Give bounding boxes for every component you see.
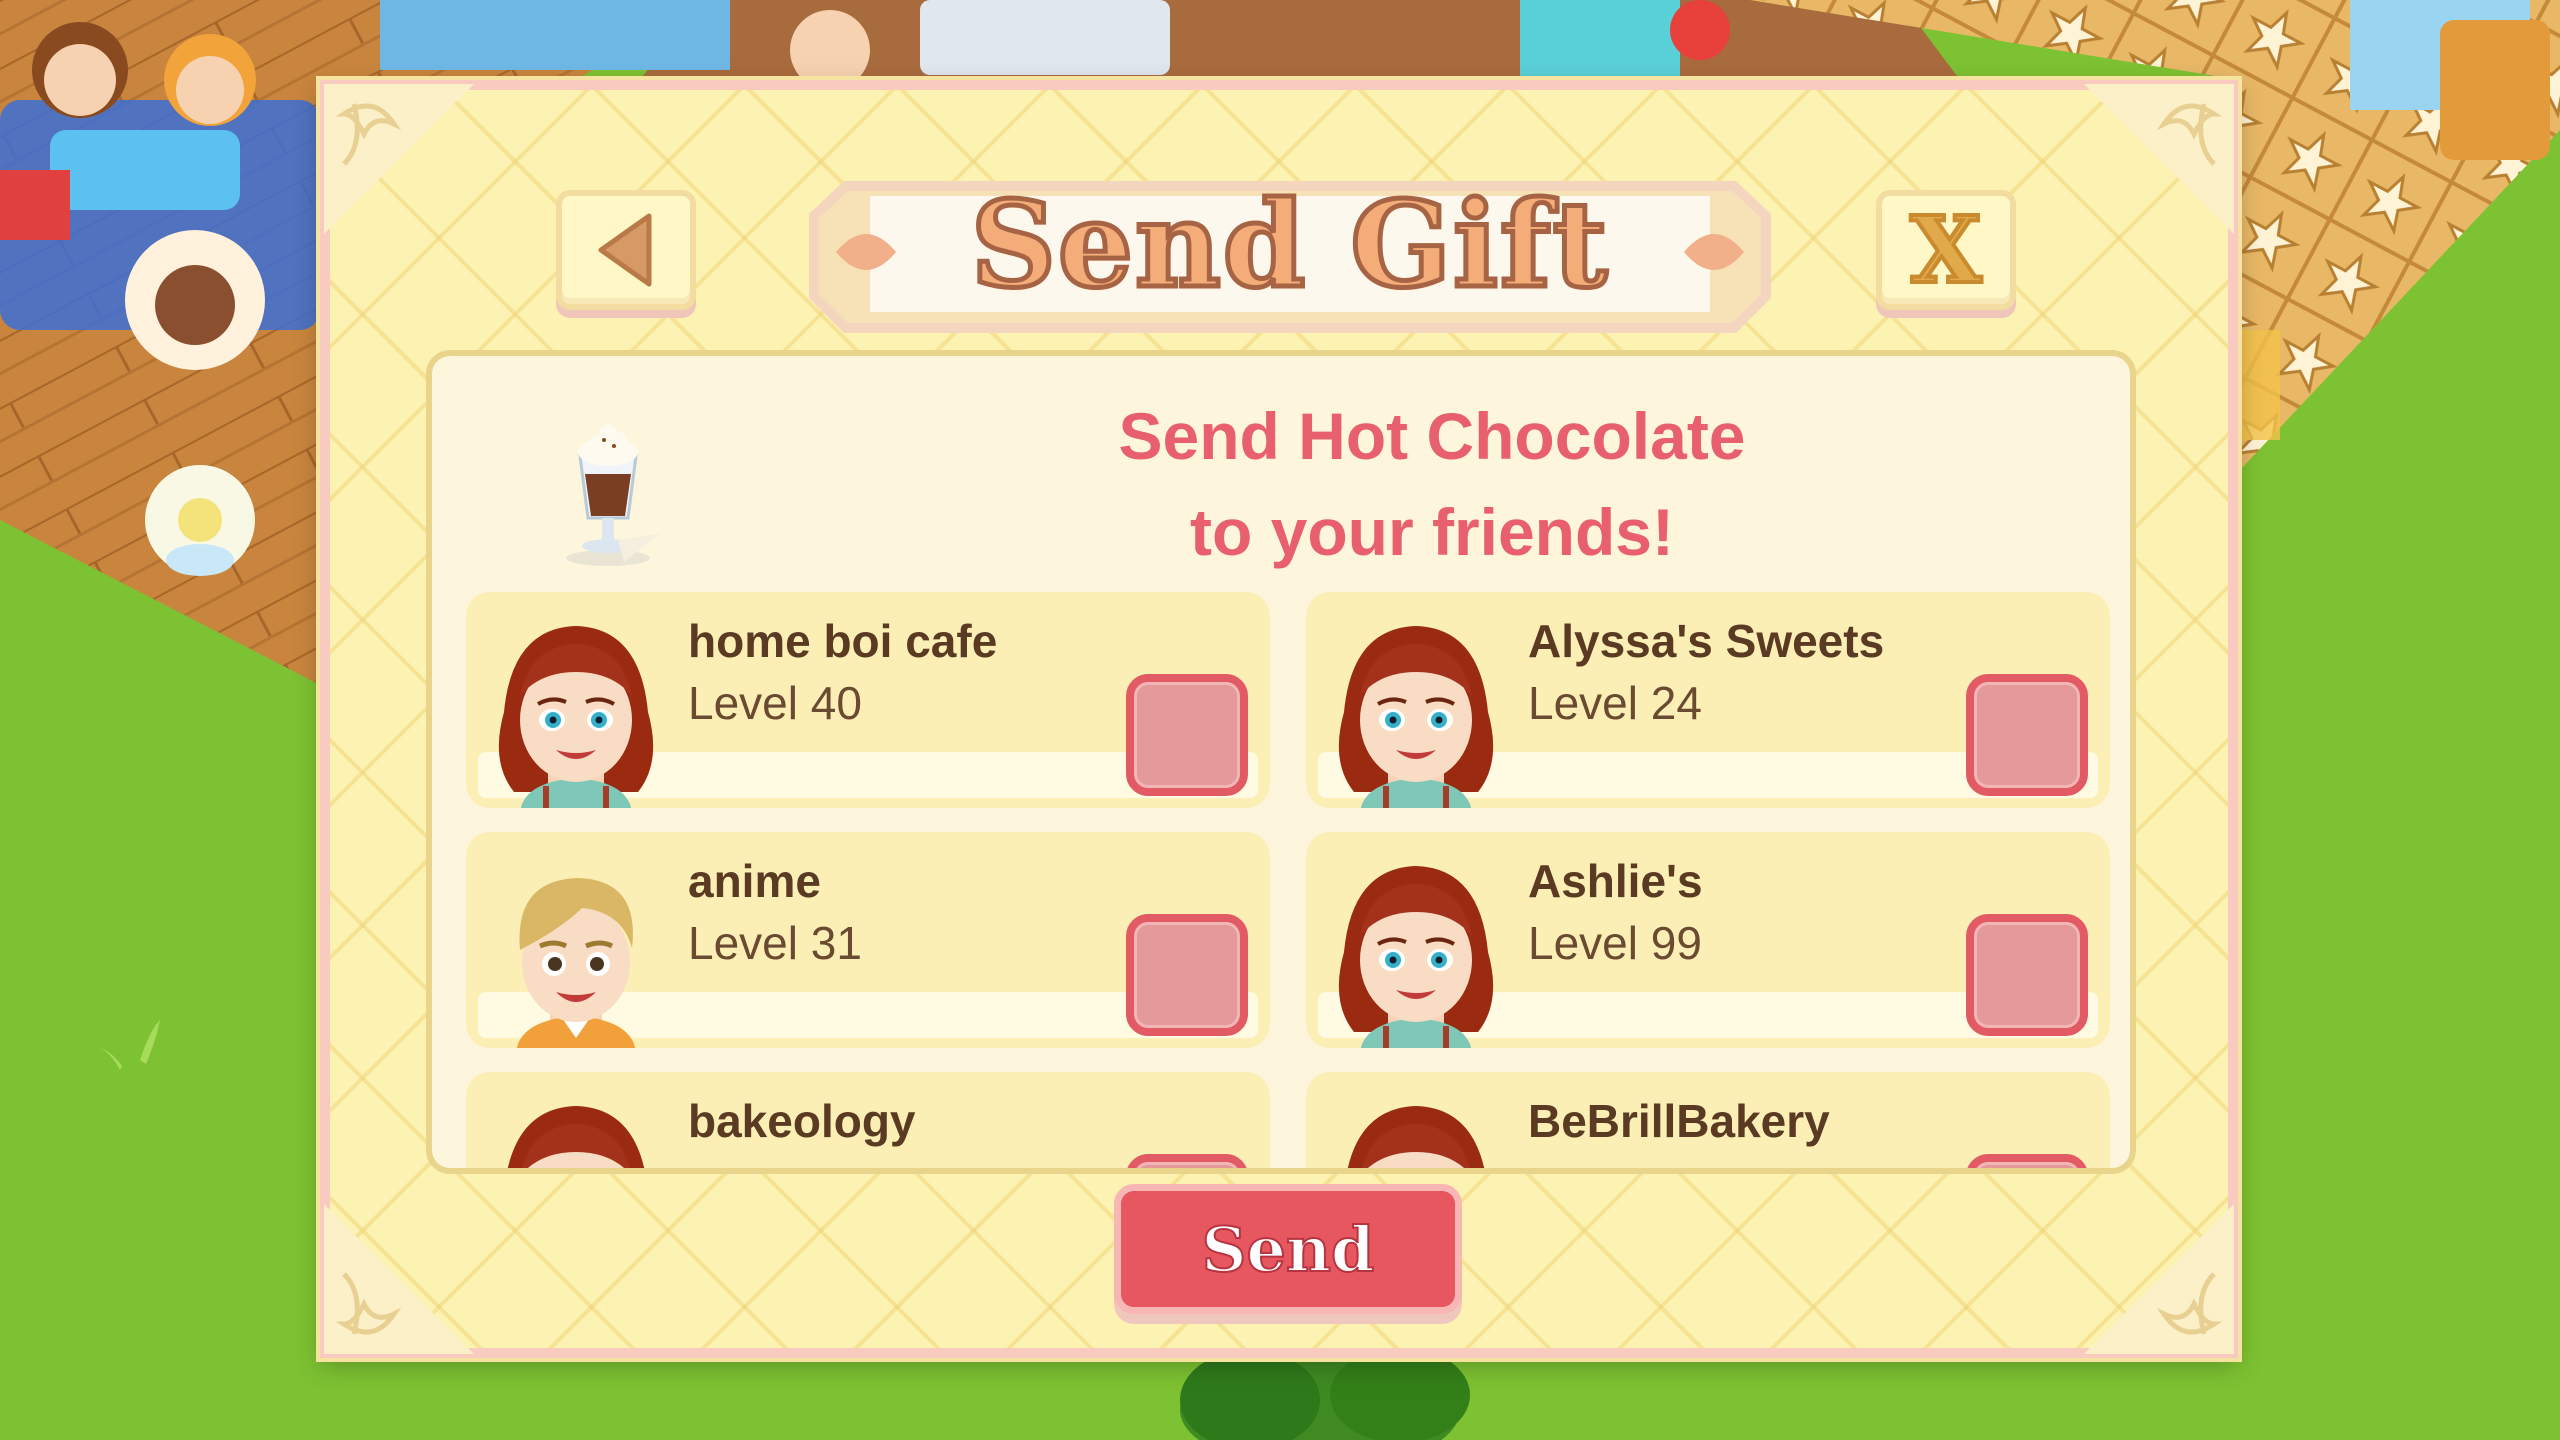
gift-headline: Send Hot Chocolate to your friends! — [932, 388, 1932, 580]
corner-ornament-bottom-right — [2084, 1204, 2234, 1354]
friend-checkbox[interactable] — [1966, 1154, 2088, 1168]
friend-level: Level 24 — [1528, 677, 1702, 729]
friend-name: bakeology — [688, 1095, 916, 1147]
female-avatar — [490, 616, 662, 808]
male-avatar — [490, 856, 662, 1048]
corner-ornament-top-right — [2084, 84, 2234, 234]
friend-card[interactable]: Ashlie's Level 99 — [1306, 832, 2110, 1048]
corner-ornament-bottom-left — [324, 1204, 474, 1354]
friend-level: Level 40 — [688, 677, 862, 729]
send-button[interactable]: Send — [1114, 1184, 1462, 1314]
corner-ornament-top-left — [324, 84, 474, 234]
friend-level: Level 31 — [688, 917, 862, 969]
friend-checkbox[interactable] — [1966, 914, 2088, 1036]
friend-name: Ashlie's — [1528, 855, 1703, 907]
friend-card[interactable]: BeBrillBakery — [1306, 1072, 2110, 1174]
headline-line-1: Send Hot Chocolate — [1118, 399, 1746, 473]
female-avatar — [1330, 616, 1502, 808]
friend-name: BeBrillBakery — [1528, 1095, 1830, 1147]
friend-level: Level 99 — [1528, 917, 1702, 969]
friend-checkbox[interactable] — [1966, 674, 2088, 796]
back-arrow-icon — [598, 213, 652, 287]
friend-checkbox[interactable] — [1126, 1154, 1248, 1168]
friend-checkbox[interactable] — [1126, 914, 1248, 1036]
friend-checkbox[interactable] — [1126, 674, 1248, 796]
friend-name: home boi cafe — [688, 615, 998, 667]
close-button[interactable]: X — [1876, 190, 2016, 310]
close-icon: X — [1908, 196, 1983, 304]
hot-chocolate-icon — [566, 425, 660, 566]
friend-card[interactable]: home boi cafe Level 40 — [466, 592, 1270, 808]
female-avatar — [1330, 1096, 1502, 1174]
friend-name: anime — [688, 855, 821, 907]
back-button[interactable] — [556, 190, 696, 310]
female-avatar — [490, 1096, 662, 1174]
title-plaque: Send Gift — [806, 156, 1774, 348]
friend-card[interactable]: bakeology — [466, 1072, 1270, 1174]
friend-list-panel[interactable]: Send Hot Chocolate to your friends! home… — [426, 350, 2136, 1174]
female-avatar — [1330, 856, 1502, 1048]
send-gift-dialog: Send Gift X Send Hot Chocolate to your f… — [320, 80, 2238, 1358]
headline-line-2: to your friends! — [1189, 495, 1674, 569]
friend-card[interactable]: Alyssa's Sweets Level 24 — [1306, 592, 2110, 808]
friend-name: Alyssa's Sweets — [1528, 615, 1885, 667]
dialog-title: Send Gift — [968, 175, 1610, 314]
friend-card[interactable]: anime Level 31 — [466, 832, 1270, 1048]
